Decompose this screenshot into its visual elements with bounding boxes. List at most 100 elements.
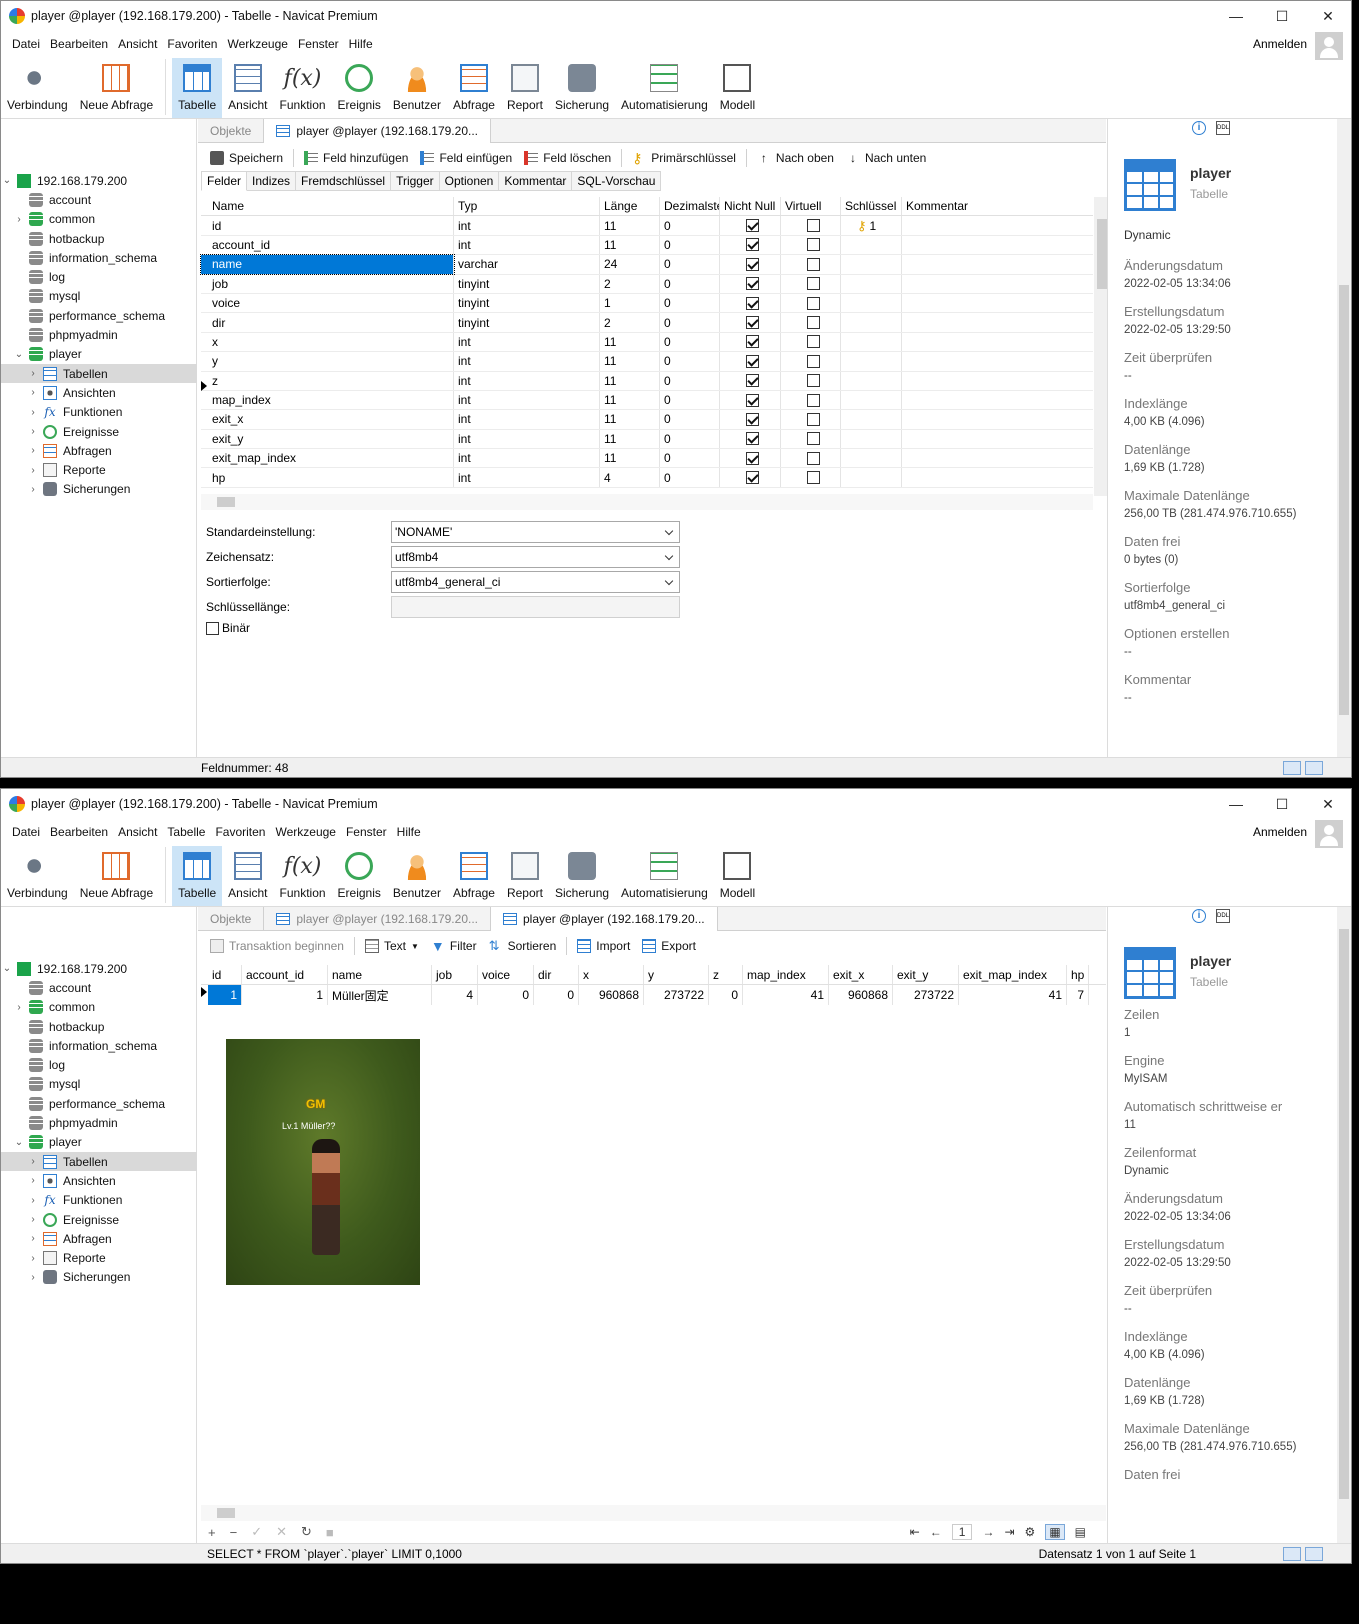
field-decimals-cell[interactable]: 0 [660, 390, 720, 410]
key-cell[interactable] [841, 313, 902, 332]
tree-db-common[interactable]: › common [1, 210, 197, 229]
table-row[interactable]: account_id int 11 0 [201, 235, 1093, 256]
refresh-icon[interactable]: ↻ [301, 1524, 312, 1540]
field-name-cell[interactable]: hp [201, 468, 454, 487]
key-cell[interactable] [841, 468, 902, 487]
virtual-checkbox[interactable] [781, 468, 841, 487]
tab-foreign-keys[interactable]: Fremdschlüssel [296, 171, 392, 191]
tab-indexes[interactable]: Indizes [247, 171, 297, 191]
field-type-cell[interactable]: int [454, 216, 600, 235]
connection-button[interactable]: Verbindung [1, 58, 74, 118]
tab-sql-preview[interactable]: SQL-Vorschau [572, 171, 662, 191]
col-job[interactable]: job [432, 965, 478, 984]
cell-map-index[interactable]: 41 [743, 985, 829, 1005]
gear-icon[interactable]: ⚙ [1025, 1525, 1036, 1539]
maximize-button[interactable]: ☐ [1259, 1, 1305, 31]
key-cell[interactable] [841, 293, 902, 313]
table-row[interactable]: name varchar 24 0 [200, 254, 1093, 275]
virtual-checkbox[interactable] [781, 255, 841, 274]
backup-button[interactable]: Sicherung [549, 58, 615, 118]
info-icon[interactable]: i [1192, 909, 1206, 923]
menu-bearbeiten[interactable]: Bearbeiten [45, 37, 113, 51]
menu-hilfe[interactable]: Hilfe [392, 825, 426, 839]
virtual-checkbox[interactable] [781, 235, 841, 255]
field-type-cell[interactable]: int [454, 371, 600, 390]
query-button[interactable]: Abfrage [447, 846, 501, 906]
cell-exit-map-index[interactable]: 41 [959, 985, 1067, 1005]
field-decimals-cell[interactable]: 0 [660, 216, 720, 235]
charset-select[interactable]: utf8mb4 [391, 545, 680, 568]
field-length-cell[interactable]: 11 [600, 410, 660, 429]
last-page-icon[interactable]: ⇥ [1004, 1525, 1014, 1539]
menu-datei[interactable]: Datei [7, 825, 45, 839]
apply-icon[interactable]: ✓ [251, 1524, 262, 1540]
cell-y[interactable]: 273722 [644, 985, 709, 1005]
virtual-checkbox[interactable] [781, 293, 841, 313]
col-key[interactable]: Schlüssel [841, 197, 902, 216]
field-decimals-cell[interactable]: 0 [660, 313, 720, 332]
field-length-cell[interactable]: 1 [600, 293, 660, 313]
field-decimals-cell[interactable]: 0 [660, 274, 720, 293]
table-row[interactable]: exit_map_index int 11 0 [201, 449, 1093, 469]
virtual-checkbox[interactable] [781, 332, 841, 352]
info-scrollbar[interactable] [1337, 907, 1351, 1543]
model-button[interactable]: Modell [714, 846, 761, 906]
col-id[interactable]: id [201, 965, 242, 984]
field-length-cell[interactable]: 11 [600, 216, 660, 235]
menu-bearbeiten[interactable]: Bearbeiten [45, 825, 113, 839]
layout-toggle-right[interactable] [1305, 761, 1323, 775]
tree-reports[interactable]: › Reporte [1, 1248, 197, 1267]
cell-x[interactable]: 960868 [579, 985, 644, 1005]
binary-checkbox[interactable]: Binär [206, 621, 696, 635]
tree-backups[interactable]: › Sicherungen [1, 480, 197, 499]
col-not-null[interactable]: Nicht Null [720, 197, 781, 216]
table-row[interactable]: job tinyint 2 0 [201, 274, 1093, 294]
field-name-cell[interactable]: y [201, 352, 454, 371]
menu-ansicht[interactable]: Ansicht [113, 37, 162, 51]
col-x[interactable]: x [579, 965, 644, 984]
close-button[interactable]: ✕ [1305, 789, 1351, 819]
table-row[interactable]: map_index int 11 0 [201, 390, 1093, 411]
field-type-cell[interactable]: int [454, 352, 600, 371]
col-hp[interactable]: hp [1067, 965, 1089, 984]
not-null-checkbox[interactable] [720, 274, 781, 293]
field-decimals-cell[interactable]: 0 [660, 371, 720, 390]
field-decimals-cell[interactable]: 0 [660, 293, 720, 313]
cell-name[interactable]: Müller固定 [328, 985, 432, 1005]
field-type-cell[interactable]: varchar [454, 255, 600, 274]
fields-horizontal-scrollbar[interactable] [201, 494, 1093, 510]
add-field-button[interactable]: Feld hinzufügen [298, 151, 414, 165]
tab-options[interactable]: Optionen [439, 171, 500, 191]
virtual-checkbox[interactable] [781, 352, 841, 371]
field-length-cell[interactable]: 11 [600, 235, 660, 255]
tab-fields[interactable]: Felder [201, 171, 248, 191]
table-row[interactable]: id int 11 0 ⚷ 1 [201, 216, 1093, 236]
sort-button[interactable]: ⇅ Sortieren [483, 939, 563, 954]
new-query-button[interactable]: Neue Abfrage [74, 58, 159, 118]
comment-cell[interactable] [902, 255, 1093, 273]
comment-cell[interactable] [902, 391, 1093, 409]
table-row[interactable]: dir tinyint 2 0 [201, 313, 1093, 333]
col-name[interactable]: name [328, 965, 432, 984]
tree-db-hotbackup[interactable]: hotbackup [1, 229, 197, 248]
not-null-checkbox[interactable] [720, 390, 781, 410]
cell-hp[interactable]: 7 [1067, 985, 1089, 1005]
field-name-cell[interactable]: job [201, 274, 454, 293]
new-query-button[interactable]: Neue Abfrage [74, 846, 159, 906]
field-type-cell[interactable]: tinyint [454, 293, 600, 313]
table-row[interactable]: x int 11 0 [201, 332, 1093, 353]
table-button[interactable]: Tabelle [172, 846, 223, 906]
not-null-checkbox[interactable] [720, 313, 781, 332]
layout-toggle-left[interactable] [1283, 761, 1301, 775]
not-null-checkbox[interactable] [720, 332, 781, 352]
comment-cell[interactable] [902, 275, 1093, 293]
backup-button[interactable]: Sicherung [549, 846, 615, 906]
not-null-checkbox[interactable] [720, 255, 781, 274]
function-button[interactable]: f(x) Funktion [274, 58, 332, 118]
view-button[interactable]: Ansicht [222, 846, 273, 906]
tree-db-information-schema[interactable]: information_schema [1, 1036, 197, 1055]
col-dir[interactable]: dir [534, 965, 579, 984]
data-horizontal-scrollbar[interactable] [201, 1505, 1106, 1521]
field-length-cell[interactable]: 11 [600, 371, 660, 390]
comment-cell[interactable] [902, 352, 1093, 370]
